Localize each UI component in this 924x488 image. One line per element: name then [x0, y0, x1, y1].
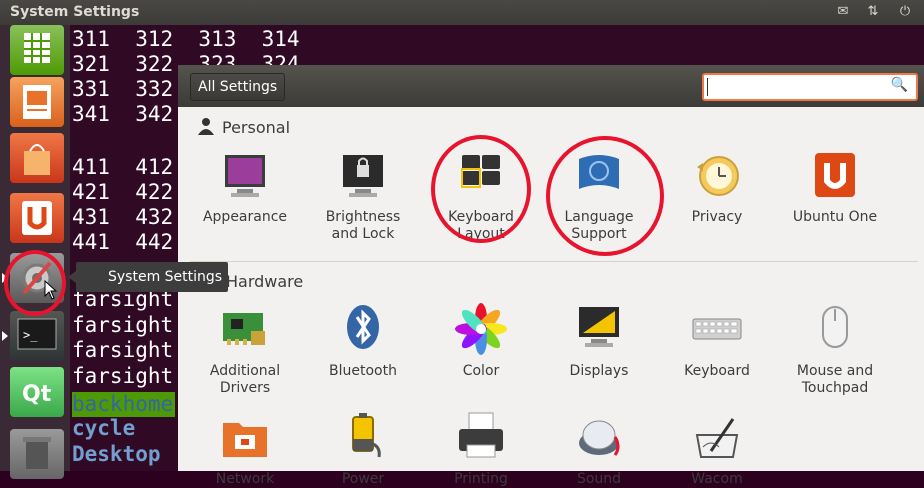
brightness-lock-icon	[335, 149, 391, 205]
settings-toolbar: All Settings 🔍	[178, 65, 924, 107]
privacy-icon	[689, 149, 745, 205]
settings-item-color[interactable]: Color	[422, 303, 540, 380]
section-divider	[190, 261, 918, 262]
all-settings-button[interactable]: All Settings	[190, 73, 286, 101]
item-label: Printing	[454, 471, 508, 487]
item-label: Brightness	[325, 209, 401, 225]
terminal-line: 341 342	[72, 102, 174, 126]
launcher-tooltip: System Settings	[68, 262, 228, 292]
item-label: Keyboard	[684, 363, 750, 379]
settings-item-additional-drivers[interactable]: Additional Drivers	[186, 303, 304, 397]
settings-item-appearance[interactable]: Appearance	[186, 149, 304, 226]
wacom-icon	[689, 411, 745, 467]
section-title: Hardware	[226, 272, 304, 291]
item-label: Ubuntu One	[792, 209, 878, 225]
item-label: and Lock	[331, 226, 395, 242]
settings-item-privacy[interactable]: Privacy	[658, 149, 776, 226]
terminal-line: 311 312 313 314	[72, 27, 300, 51]
mouse-touchpad-icon	[807, 303, 863, 359]
displays-icon	[571, 303, 627, 359]
settings-item-brightness-lock[interactable]: Brightness and Lock	[304, 149, 422, 243]
ubuntu-one-icon	[807, 149, 863, 205]
terminal-line: 331 332	[72, 77, 174, 101]
settings-item-power[interactable]: Power	[304, 411, 422, 488]
section-title: Personal	[222, 118, 291, 137]
appearance-icon	[217, 149, 273, 205]
top-panel: System Settings ✉ ⇅ ⏻	[0, 0, 924, 25]
svg-text:Qt: Qt	[22, 382, 52, 407]
terminal-line: farsight	[72, 364, 174, 388]
launcher: >_ Qt	[0, 25, 70, 479]
settings-item-ubuntu-one[interactable]: Ubuntu One	[776, 149, 894, 226]
mouse-cursor-icon	[44, 280, 58, 300]
hardware-section-header: Hardware	[226, 272, 303, 291]
terminal-icon[interactable]: >_	[2, 311, 64, 361]
item-label: Mouse and	[796, 363, 874, 379]
power-icon[interactable]: ⏻	[896, 4, 914, 20]
terminal-line: 431 432	[72, 205, 174, 229]
item-label: Displays	[569, 363, 629, 379]
highlight-circle-language-support	[546, 136, 664, 256]
item-label: Sound	[576, 471, 622, 487]
search-input[interactable]: 🔍	[702, 73, 918, 101]
bluetooth-icon	[335, 303, 391, 359]
item-label: Bluetooth	[329, 363, 397, 379]
item-label: Appearance	[202, 209, 288, 225]
presentation-icon[interactable]	[10, 77, 64, 127]
shopping-bag-icon[interactable]	[10, 133, 64, 183]
terminal-line-dir: Desktop	[72, 442, 161, 466]
terminal-line: 421 422	[72, 180, 174, 204]
person-icon	[198, 118, 214, 135]
window-title: System Settings	[10, 4, 140, 20]
ubuntu-one-icon[interactable]	[10, 193, 64, 243]
mail-icon[interactable]: ✉	[834, 4, 852, 20]
settings-item-keyboard[interactable]: Keyboard	[658, 303, 776, 380]
color-icon	[453, 303, 509, 359]
power-icon	[335, 411, 391, 467]
network-icon	[217, 411, 273, 467]
settings-item-bluetooth[interactable]: Bluetooth	[304, 303, 422, 380]
system-settings-window: All Settings 🔍 Personal Appearance Brigh…	[178, 65, 924, 487]
spreadsheet-icon[interactable]	[10, 25, 64, 75]
item-label: Wacom	[691, 471, 743, 487]
settings-item-displays[interactable]: Displays	[540, 303, 658, 380]
settings-item-sound[interactable]: Sound	[540, 411, 658, 488]
terminal-line-dir: cycle	[72, 416, 136, 440]
highlight-circle-keyboard-layout	[431, 135, 531, 243]
terminal-line: farsight	[72, 338, 174, 362]
svg-text:>_: >_	[23, 328, 38, 342]
trash-icon[interactable]	[10, 429, 64, 479]
settings-item-wacom[interactable]: Wacom	[658, 411, 776, 488]
tooltip-label: System Settings	[108, 269, 223, 285]
terminal-line: 441 442	[72, 230, 174, 254]
terminal-line: 411 412	[72, 155, 174, 179]
network-icon[interactable]: ⇅	[864, 4, 882, 20]
item-label: Network	[215, 471, 275, 487]
item-label: Power	[341, 471, 385, 487]
printing-icon	[453, 411, 509, 467]
item-label: Privacy	[691, 209, 743, 225]
terminal-line: farsight	[72, 313, 174, 337]
settings-item-printing[interactable]: Printing	[422, 411, 540, 488]
item-label: Color	[462, 363, 500, 379]
item-label: Drivers	[219, 380, 271, 396]
sound-icon	[571, 411, 627, 467]
settings-item-network[interactable]: Network	[186, 411, 304, 488]
terminal-line-dir: backhome	[72, 392, 176, 417]
item-label: Additional	[209, 363, 281, 379]
item-label: Touchpad	[801, 380, 869, 396]
keyboard-icon	[689, 303, 745, 359]
search-icon: 🔍	[890, 77, 908, 93]
settings-item-mouse-touchpad[interactable]: Mouse and Touchpad	[776, 303, 894, 397]
personal-section-header: Personal	[196, 117, 290, 137]
additional-drivers-icon	[217, 303, 273, 359]
qt-creator-icon[interactable]: Qt	[10, 367, 64, 417]
